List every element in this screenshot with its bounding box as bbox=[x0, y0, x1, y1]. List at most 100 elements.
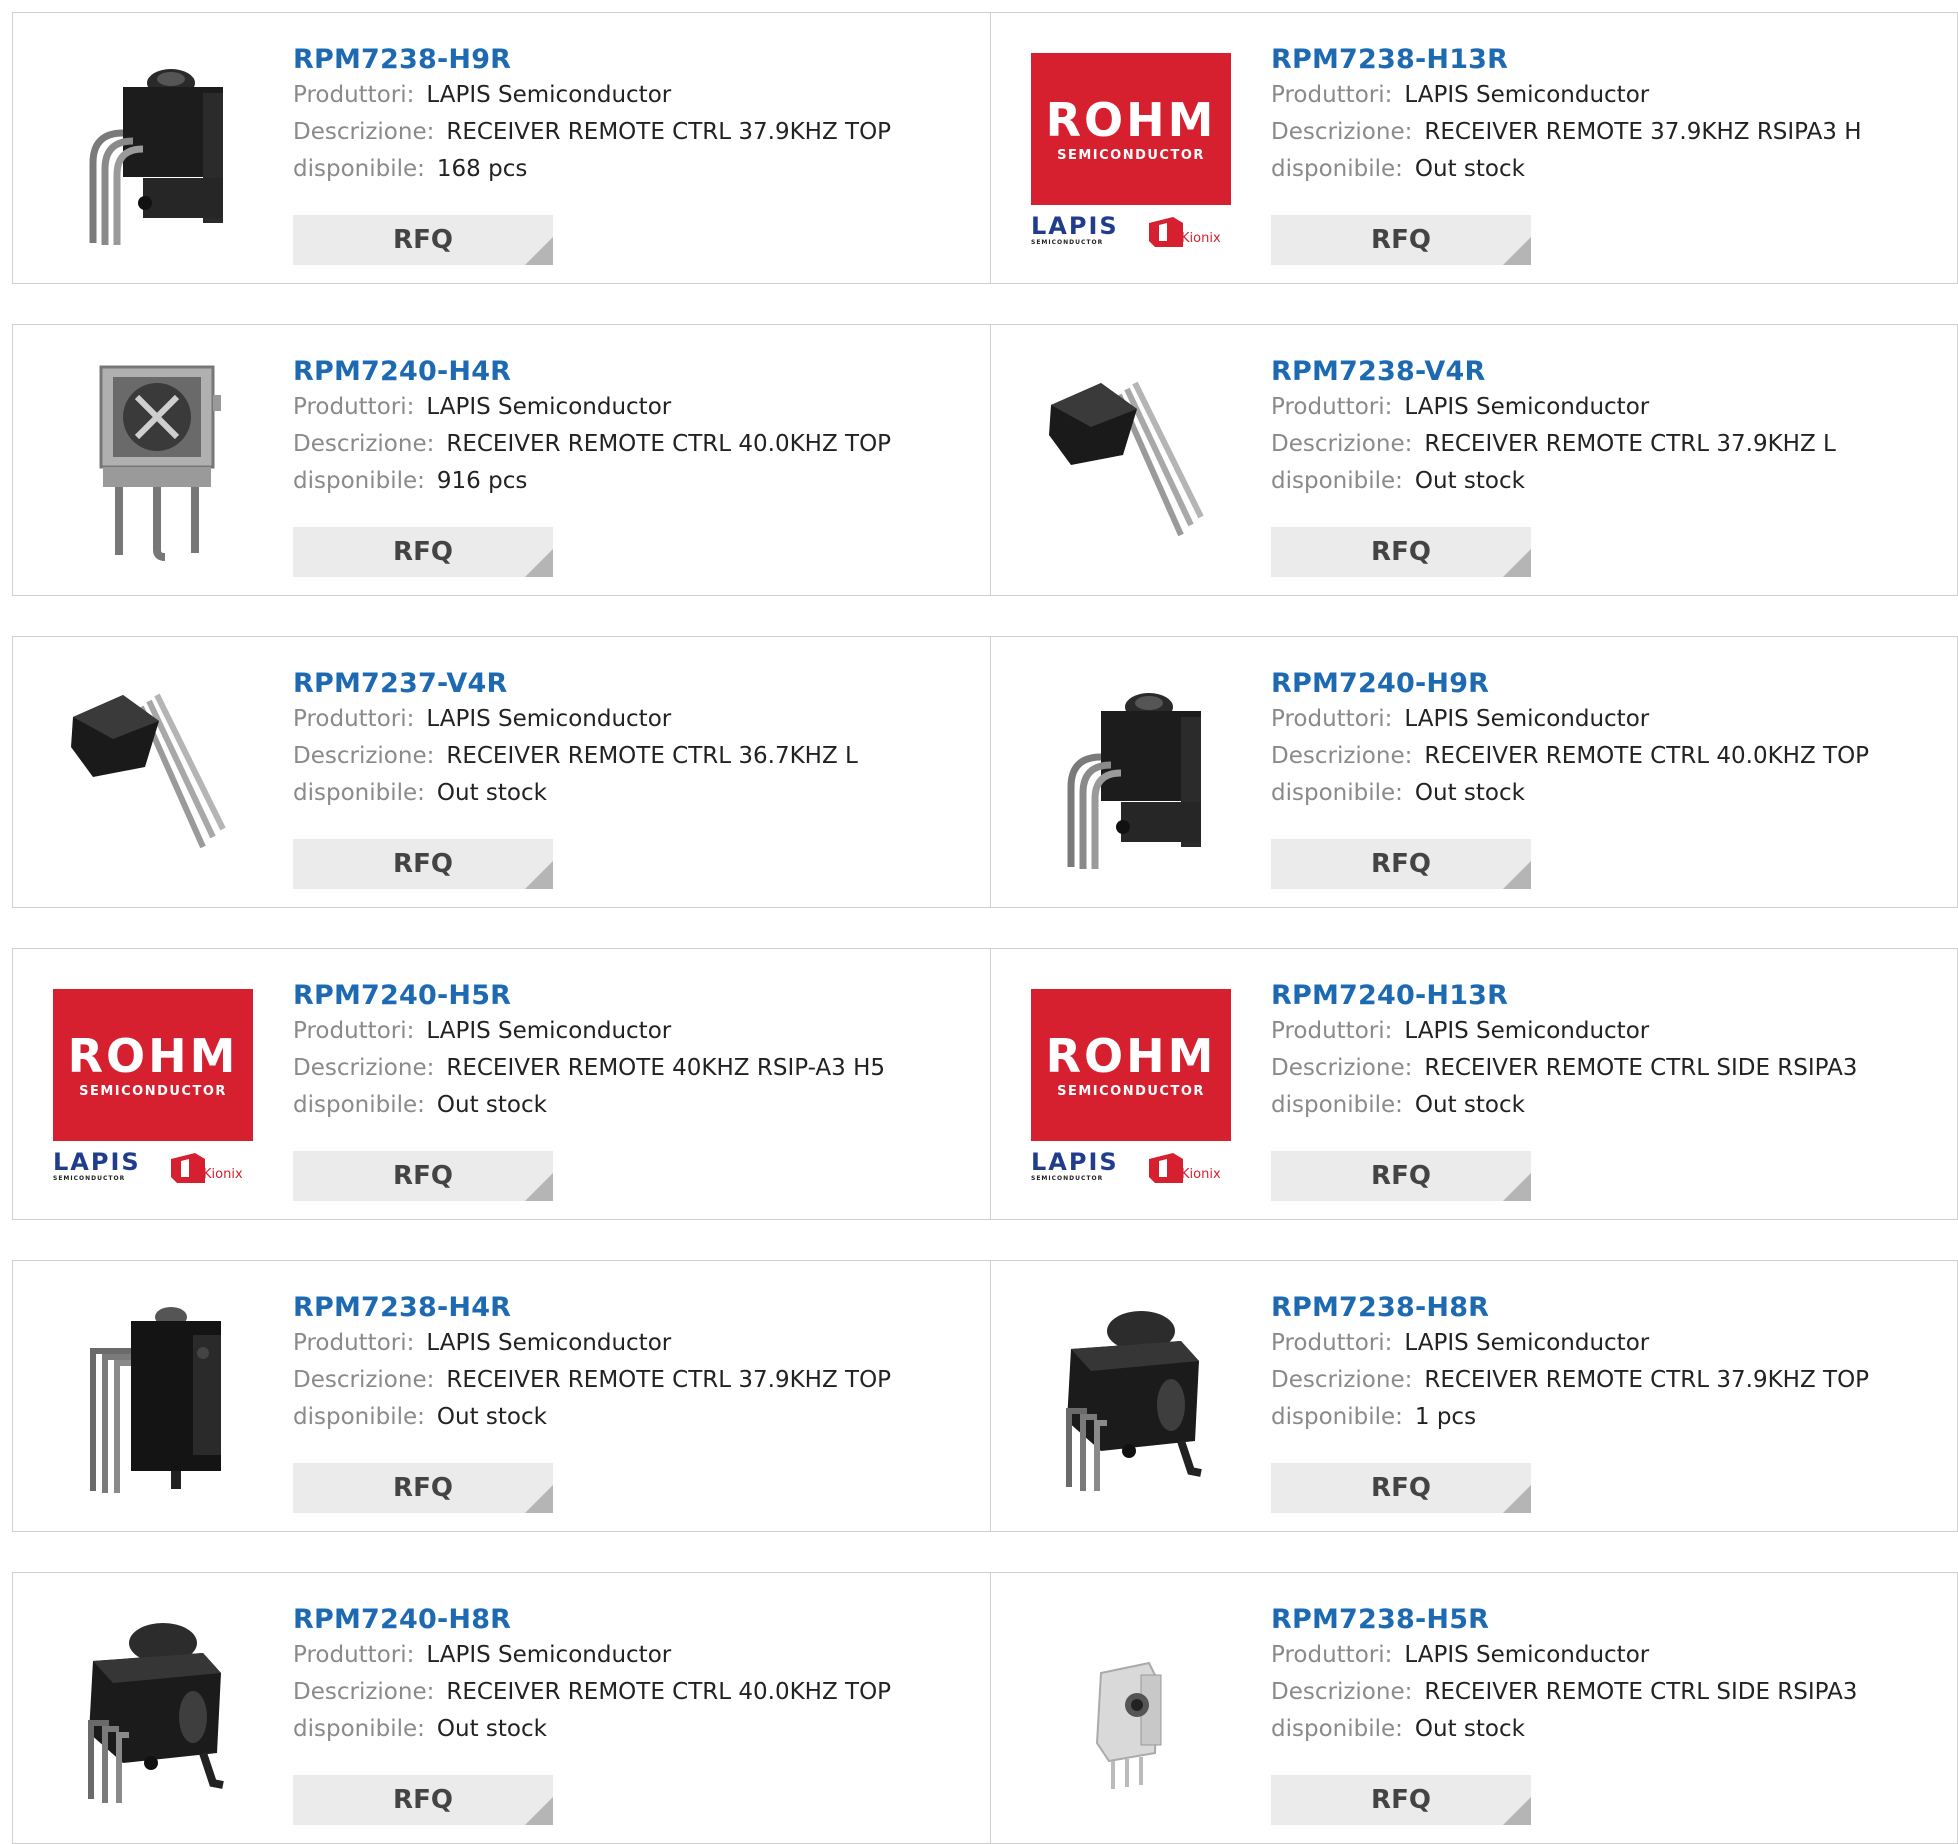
availability-row: disponibile: Out stock bbox=[1271, 463, 1937, 500]
manufacturer-value: LAPIS Semiconductor bbox=[426, 82, 672, 108]
manufacturer-label: Produttori: bbox=[1271, 1018, 1393, 1044]
product-image[interactable]: ROHM SEMICONDUCTOR LAPIS SEMICONDUCTOR K… bbox=[1031, 53, 1231, 253]
manufacturer-value: LAPIS Semiconductor bbox=[426, 1330, 672, 1356]
product-row: ROHM SEMICONDUCTOR LAPIS SEMICONDUCTOR K… bbox=[12, 948, 1958, 1220]
description-row: Descrizione: RECEIVER REMOTE CTRL SIDE RS… bbox=[1271, 1050, 1937, 1087]
product-image[interactable] bbox=[53, 365, 253, 565]
availability-value: Out stock bbox=[436, 780, 547, 806]
availability-value: Out stock bbox=[436, 1404, 547, 1430]
part-number-link[interactable]: RPM7238-H4R bbox=[293, 1291, 970, 1325]
rfq-button[interactable]: RFQ bbox=[293, 1463, 553, 1513]
part-number-link[interactable]: RPM7240-H5R bbox=[293, 979, 970, 1013]
product-info: RPM7238-V4R Produttori: LAPIS Semiconduct… bbox=[1271, 355, 1937, 500]
description-value: RECEIVER REMOTE 40KHZ RSIP-A3 H5 bbox=[446, 1055, 885, 1081]
manufacturer-label: Produttori: bbox=[293, 1642, 415, 1668]
product-card: RPM7238-H5R Produttori: LAPIS Semiconduct… bbox=[991, 1572, 1958, 1844]
manufacturer-row: Produttori: LAPIS Semiconductor bbox=[1271, 389, 1937, 426]
part-number-link[interactable]: RPM7238-V4R bbox=[1271, 355, 1937, 389]
part-number-link[interactable]: RPM7237-V4R bbox=[293, 667, 970, 701]
description-value: RECEIVER REMOTE CTRL SIDE RSIPA3 bbox=[1424, 1055, 1858, 1081]
description-row: Descrizione: RECEIVER REMOTE CTRL 37.9KHZ… bbox=[1271, 426, 1937, 463]
availability-label: disponibile: bbox=[293, 468, 425, 494]
description-label: Descrizione: bbox=[293, 1679, 435, 1705]
part-number-link[interactable]: RPM7240-H13R bbox=[1271, 979, 1937, 1013]
product-row: RPM7237-V4R Produttori: LAPIS Semiconduct… bbox=[12, 636, 1958, 908]
availability-label: disponibile: bbox=[1271, 1404, 1403, 1430]
rfq-button[interactable]: RFQ bbox=[293, 215, 553, 265]
description-label: Descrizione: bbox=[293, 743, 435, 769]
product-image[interactable] bbox=[53, 677, 253, 877]
availability-value: Out stock bbox=[1414, 1092, 1525, 1118]
rfq-button[interactable]: RFQ bbox=[293, 1775, 553, 1825]
rfq-label: RFQ bbox=[1371, 225, 1431, 255]
rfq-label: RFQ bbox=[393, 537, 453, 567]
product-image[interactable]: ROHM SEMICONDUCTOR LAPIS SEMICONDUCTOR K… bbox=[1031, 989, 1231, 1189]
description-value: RECEIVER REMOTE CTRL 36.7KHZ L bbox=[446, 743, 858, 769]
rfq-button[interactable]: RFQ bbox=[293, 527, 553, 577]
rfq-button[interactable]: RFQ bbox=[1271, 527, 1531, 577]
rfq-button[interactable]: RFQ bbox=[1271, 839, 1531, 889]
rfq-button[interactable]: RFQ bbox=[1271, 215, 1531, 265]
product-image[interactable] bbox=[1031, 1613, 1231, 1813]
availability-row: disponibile: Out stock bbox=[293, 775, 970, 812]
product-image[interactable] bbox=[1031, 365, 1231, 565]
product-image[interactable] bbox=[1031, 677, 1231, 877]
product-info: RPM7240-H13R Produttori: LAPIS Semiconduc… bbox=[1271, 979, 1937, 1124]
description-label: Descrizione: bbox=[293, 119, 435, 145]
product-image[interactable] bbox=[53, 53, 253, 253]
manufacturer-row: Produttori: LAPIS Semiconductor bbox=[1271, 1325, 1937, 1362]
corner-decoration bbox=[1503, 861, 1531, 889]
product-card: RPM7238-V4R Produttori: LAPIS Semiconduct… bbox=[991, 324, 1958, 596]
rfq-button[interactable]: RFQ bbox=[1271, 1775, 1531, 1825]
description-row: Descrizione: RECEIVER REMOTE CTRL 37.9KHZ… bbox=[1271, 1362, 1937, 1399]
part-number-link[interactable]: RPM7238-H9R bbox=[293, 43, 970, 77]
corner-decoration bbox=[1503, 1173, 1531, 1201]
description-value: RECEIVER REMOTE CTRL 40.0KHZ TOP bbox=[446, 431, 892, 457]
product-image[interactable] bbox=[1031, 1301, 1231, 1501]
description-label: Descrizione: bbox=[1271, 119, 1413, 145]
description-row: Descrizione: RECEIVER REMOTE CTRL 40.0KHZ… bbox=[1271, 738, 1937, 775]
corner-decoration bbox=[1503, 1797, 1531, 1825]
rfq-label: RFQ bbox=[393, 849, 453, 879]
product-image[interactable] bbox=[53, 1301, 253, 1501]
availability-value: Out stock bbox=[1414, 780, 1525, 806]
rfq-button[interactable]: RFQ bbox=[293, 1151, 553, 1201]
part-number-link[interactable]: RPM7240-H8R bbox=[293, 1603, 970, 1637]
description-value: RECEIVER REMOTE CTRL 37.9KHZ TOP bbox=[1424, 1367, 1870, 1393]
manufacturer-label: Produttori: bbox=[293, 82, 415, 108]
rfq-button[interactable]: RFQ bbox=[293, 839, 553, 889]
rfq-button[interactable]: RFQ bbox=[1271, 1151, 1531, 1201]
manufacturer-label: Produttori: bbox=[293, 1330, 415, 1356]
part-number-link[interactable]: RPM7240-H9R bbox=[1271, 667, 1937, 701]
availability-value: Out stock bbox=[1414, 156, 1525, 182]
rfq-label: RFQ bbox=[1371, 537, 1431, 567]
product-row: RPM7240-H4R Produttori: LAPIS Semiconduct… bbox=[12, 324, 1958, 596]
description-label: Descrizione: bbox=[293, 1367, 435, 1393]
availability-label: disponibile: bbox=[293, 780, 425, 806]
product-image[interactable] bbox=[53, 1613, 253, 1813]
rfq-button[interactable]: RFQ bbox=[1271, 1463, 1531, 1513]
product-image[interactable]: ROHM SEMICONDUCTOR LAPIS SEMICONDUCTOR K… bbox=[53, 989, 253, 1189]
corner-decoration bbox=[525, 861, 553, 889]
manufacturer-row: Produttori: LAPIS Semiconductor bbox=[293, 389, 970, 426]
lapis-logo: LAPIS SEMICONDUCTOR bbox=[53, 1148, 141, 1182]
manufacturer-label: Produttori: bbox=[1271, 394, 1393, 420]
rohm-logo: ROHM SEMICONDUCTOR bbox=[1031, 53, 1231, 205]
description-label: Descrizione: bbox=[1271, 743, 1413, 769]
corner-decoration bbox=[1503, 237, 1531, 265]
part-number-link[interactable]: RPM7238-H13R bbox=[1271, 43, 1937, 77]
product-card: RPM7240-H8R Produttori: LAPIS Semiconduct… bbox=[12, 1572, 991, 1844]
product-info: RPM7238-H8R Produttori: LAPIS Semiconduct… bbox=[1271, 1291, 1937, 1436]
part-number-link[interactable]: RPM7238-H5R bbox=[1271, 1603, 1937, 1637]
manufacturer-label: Produttori: bbox=[293, 394, 415, 420]
availability-row: disponibile: 916 pcs bbox=[293, 463, 970, 500]
availability-value: 1 pcs bbox=[1414, 1404, 1477, 1430]
availability-label: disponibile: bbox=[293, 1092, 425, 1118]
part-number-link[interactable]: RPM7240-H4R bbox=[293, 355, 970, 389]
part-number-link[interactable]: RPM7238-H8R bbox=[1271, 1291, 1937, 1325]
manufacturer-row: Produttori: LAPIS Semiconductor bbox=[1271, 77, 1937, 114]
description-value: RECEIVER REMOTE CTRL 37.9KHZ TOP bbox=[446, 119, 892, 145]
description-row: Descrizione: RECEIVER REMOTE CTRL 37.9KHZ… bbox=[293, 114, 970, 151]
kionix-logo: Kionix bbox=[1149, 217, 1231, 251]
manufacturer-row: Produttori: LAPIS Semiconductor bbox=[1271, 701, 1937, 738]
